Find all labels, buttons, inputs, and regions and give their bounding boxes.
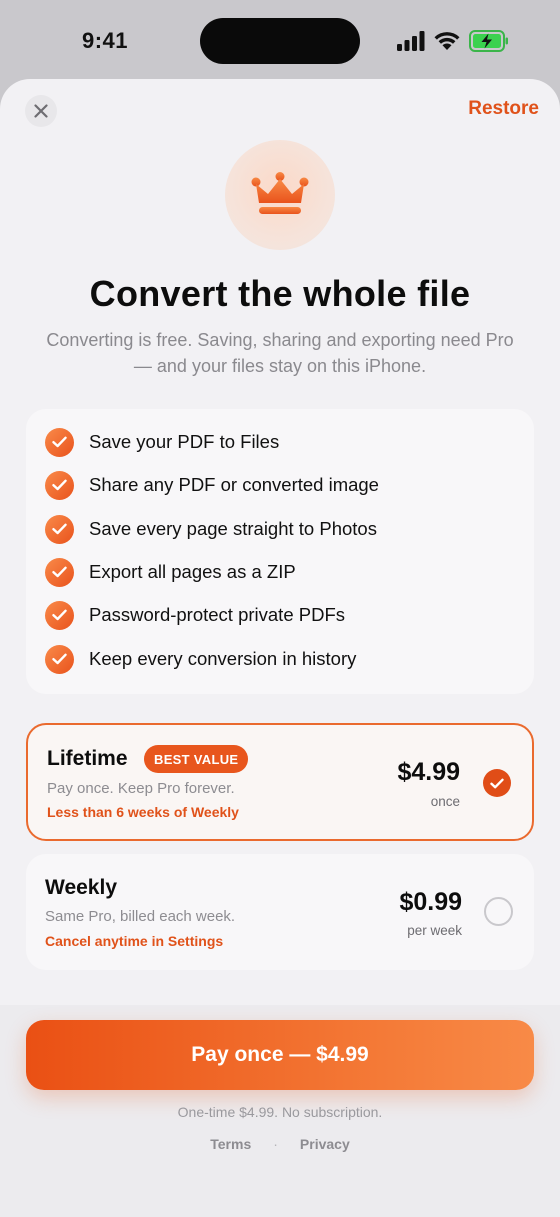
radio-selected[interactable] (483, 769, 511, 797)
wifi-icon (434, 32, 460, 50)
feature-label: Share any PDF or converted image (89, 474, 379, 495)
checkmark-icon (490, 778, 504, 788)
plan-note: Cancel anytime in Settings (45, 933, 224, 949)
checkmark-icon (45, 514, 74, 544)
cellular-signal-icon (397, 31, 425, 51)
plan-option-weekly[interactable]: Weekly Same Pro, billed each week. Cance… (26, 854, 534, 970)
paywall-sheet: Restore Convert the whole file Convertin… (0, 79, 560, 1217)
plan-price: $0.99 (399, 888, 462, 916)
page-title: Convert the whole file (89, 273, 471, 314)
dynamic-island (200, 18, 360, 64)
feature-label: Save every page straight to Photos (89, 518, 377, 539)
purchase-footer: Pay once — $4.99 One-time $4.99. No subs… (0, 1005, 560, 1217)
feature-item: Save every page straight to Photos (45, 514, 377, 544)
checkmark-icon (45, 557, 74, 587)
plan-period: once (430, 794, 460, 809)
feature-item: Share any PDF or converted image (45, 470, 379, 500)
link-separator: · (273, 1136, 278, 1152)
feature-item: Keep every conversion in history (45, 644, 356, 674)
plan-price: $4.99 (397, 758, 460, 786)
feature-item: Export all pages as a ZIP (45, 557, 296, 587)
close-button[interactable] (25, 95, 57, 127)
feature-list: Save your PDF to Files Share any PDF or … (26, 409, 534, 694)
checkmark-icon (45, 427, 74, 457)
plan-description: Pay once. Keep Pro forever. (47, 780, 235, 797)
fineprint: One-time $4.99. No subscription. (177, 1104, 383, 1120)
checkmark-icon (45, 644, 74, 674)
plan-name: Lifetime (47, 747, 128, 770)
feature-label: Keep every conversion in history (89, 648, 357, 669)
status-time: 9:41 (82, 28, 129, 53)
checkmark-icon (45, 470, 74, 500)
plan-description: Same Pro, billed each week. (45, 908, 236, 925)
page-subtitle: Converting is free. Saving, sharing and … (46, 330, 514, 376)
status-bar: 9:41 (0, 0, 560, 80)
legal-links: Terms · Privacy (0, 1136, 560, 1152)
privacy-link[interactable]: Privacy (300, 1136, 350, 1152)
radio-unselected[interactable] (484, 897, 513, 926)
feature-label: Save your PDF to Files (89, 431, 280, 452)
plan-note: Less than 6 weeks of Weekly (47, 804, 239, 820)
crown-icon (251, 172, 309, 214)
close-icon (34, 104, 48, 118)
feature-label: Password-protect private PDFs (89, 604, 346, 625)
best-value-badge: BEST VALUE (144, 745, 249, 773)
checkmark-icon (45, 600, 74, 630)
terms-link[interactable]: Terms (210, 1136, 251, 1152)
restore-button[interactable]: Restore (468, 98, 539, 120)
pay-button[interactable]: Pay once — $4.99 (26, 1020, 534, 1090)
feature-label: Export all pages as a ZIP (89, 561, 296, 582)
feature-item: Password-protect private PDFs (45, 600, 345, 630)
battery-charging-icon (469, 30, 508, 52)
plan-option-lifetime[interactable]: Lifetime BEST VALUE Pay once. Keep Pro f… (26, 723, 534, 841)
plan-name: Weekly (45, 876, 117, 899)
plan-period: per week (407, 923, 462, 938)
feature-item: Save your PDF to Files (45, 427, 279, 457)
crown-badge (225, 140, 335, 250)
